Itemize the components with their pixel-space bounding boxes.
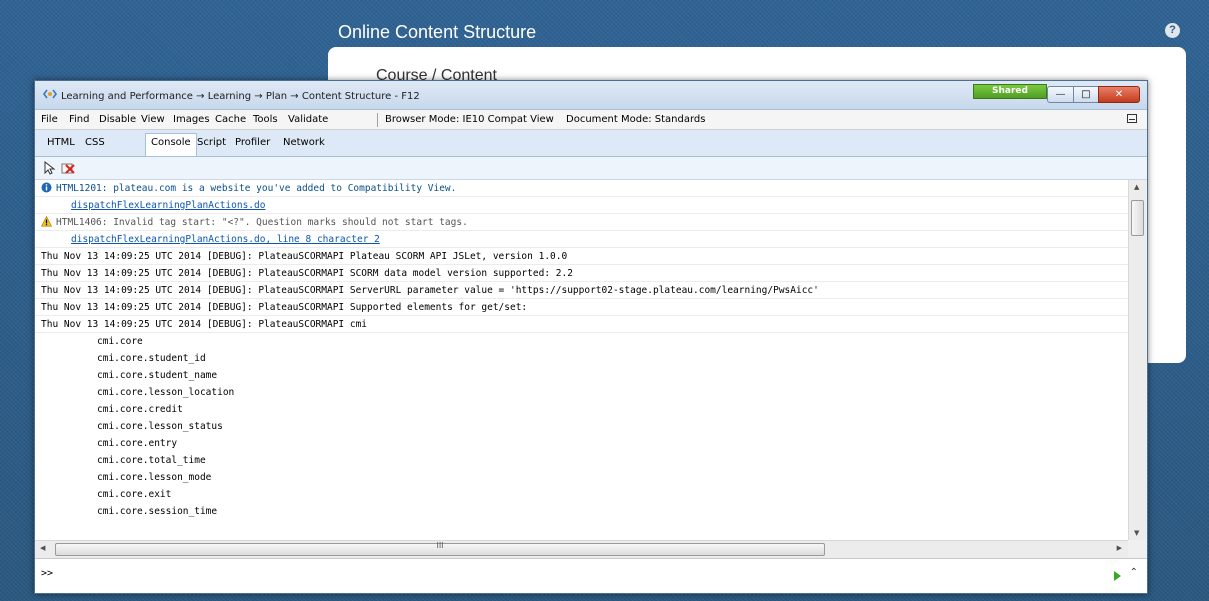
- menu-view[interactable]: View: [141, 114, 165, 125]
- cmi-element-line: cmi.core.exit: [97, 489, 172, 500]
- console-prompt: >>: [41, 568, 54, 579]
- horizontal-scroll-thumb[interactable]: III: [55, 541, 825, 556]
- vertical-scrollbar[interactable]: ▲ ▼: [1128, 180, 1146, 540]
- cmi-element-line: cmi.core.student_name: [97, 370, 218, 381]
- console-log-line: Thu Nov 13 14:09:25 UTC 2014 [DEBUG]: Pl…: [35, 248, 1128, 265]
- horizontal-scrollbar[interactable]: ◀ III ▶: [35, 540, 1128, 558]
- console-source-link-row: dispatchFlexLearningPlanActions.do: [35, 197, 1128, 214]
- tab-bar: HTML CSS Console Script Profiler Network: [35, 130, 1147, 157]
- warning-icon: [41, 216, 52, 227]
- source-link[interactable]: dispatchFlexLearningPlanActions.do, line…: [41, 234, 380, 245]
- developer-tools-window: Learning and Performance → Learning → Pl…: [34, 80, 1148, 594]
- unpin-window-icon[interactable]: [1127, 114, 1137, 123]
- menu-tools[interactable]: Tools: [253, 114, 278, 125]
- minimize-icon: —: [1055, 89, 1066, 100]
- close-icon: ✕: [1114, 89, 1124, 100]
- help-icon[interactable]: ?: [1165, 23, 1180, 38]
- maximize-icon: □: [1081, 89, 1091, 100]
- console-log-line: Thu Nov 13 14:09:25 UTC 2014 [DEBUG]: Pl…: [35, 265, 1128, 282]
- menu-file[interactable]: File: [41, 114, 58, 125]
- menu-validate[interactable]: Validate: [288, 114, 328, 125]
- clear-console-icon[interactable]: [61, 161, 75, 175]
- console-log-line: Thu Nov 13 14:09:25 UTC 2014 [DEBUG]: Pl…: [35, 282, 1128, 299]
- run-script-icon[interactable]: [1114, 571, 1121, 581]
- scroll-grip: III: [436, 541, 444, 550]
- select-element-icon[interactable]: [43, 161, 57, 175]
- menu-find[interactable]: Find: [69, 114, 90, 125]
- maximize-button[interactable]: □: [1073, 86, 1099, 103]
- shared-badge: Shared: [973, 84, 1047, 99]
- console-output: HTML1201: plateau.com is a website you'v…: [35, 180, 1128, 540]
- source-link[interactable]: dispatchFlexLearningPlanActions.do: [41, 200, 265, 211]
- menu-disable[interactable]: Disable: [99, 114, 136, 125]
- tab-script[interactable]: Script: [197, 137, 226, 148]
- tab-css[interactable]: CSS: [85, 137, 105, 148]
- browser-mode-menu[interactable]: Browser Mode: IE10 Compat View: [385, 114, 554, 125]
- devtools-logo-icon: [43, 89, 57, 99]
- warning-message-text: HTML1406: Invalid tag start: "<?". Quest…: [56, 217, 468, 228]
- minimize-button[interactable]: —: [1047, 86, 1074, 103]
- tab-console[interactable]: Console: [145, 133, 197, 156]
- console-log-line: Thu Nov 13 14:09:25 UTC 2014 [DEBUG]: Pl…: [35, 299, 1128, 316]
- tab-html[interactable]: HTML: [47, 137, 75, 148]
- menu-images[interactable]: Images: [173, 114, 210, 125]
- scroll-right-icon[interactable]: ▶: [1117, 544, 1122, 552]
- info-icon: [41, 182, 52, 193]
- window-title: Learning and Performance → Learning → Pl…: [61, 91, 420, 102]
- console-input-area[interactable]: >> ⌃: [35, 558, 1147, 593]
- cmi-element-line: cmi.core.session_time: [97, 506, 218, 517]
- console-source-link-row: dispatchFlexLearningPlanActions.do, line…: [35, 231, 1128, 248]
- cmi-element-line: cmi.core.entry: [97, 438, 178, 449]
- console-warning-message: HTML1406: Invalid tag start: "<?". Quest…: [35, 214, 1128, 231]
- console-toolbar: [35, 157, 1147, 180]
- document-mode-menu[interactable]: Document Mode: Standards: [566, 114, 705, 125]
- cmi-element-line: cmi.core: [97, 336, 143, 347]
- info-message-text: HTML1201: plateau.com is a website you'v…: [56, 183, 457, 194]
- menu-bar: File Find Disable View Images Cache Tool…: [35, 110, 1147, 130]
- scroll-down-icon[interactable]: ▼: [1134, 529, 1139, 537]
- cmi-element-line: cmi.core.lesson_location: [97, 387, 235, 398]
- cmi-element-line: cmi.core.lesson_status: [97, 421, 223, 432]
- close-button[interactable]: ✕: [1098, 86, 1140, 103]
- vertical-scroll-thumb[interactable]: [1131, 200, 1144, 236]
- menu-cache[interactable]: Cache: [215, 114, 246, 125]
- cmi-element-line: cmi.core.lesson_mode: [97, 472, 212, 483]
- expand-input-icon[interactable]: ⌃: [1130, 567, 1138, 578]
- tab-network[interactable]: Network: [283, 137, 325, 148]
- window-titlebar[interactable]: Learning and Performance → Learning → Pl…: [35, 81, 1147, 110]
- tab-profiler[interactable]: Profiler: [235, 137, 270, 148]
- cmi-element-line: cmi.core.total_time: [97, 455, 206, 466]
- menu-separator: [377, 113, 378, 127]
- cmi-element-line: cmi.core.credit: [97, 404, 183, 415]
- scroll-up-icon[interactable]: ▲: [1134, 183, 1139, 191]
- console-info-message: HTML1201: plateau.com is a website you'v…: [35, 180, 1128, 197]
- page-heading: Online Content Structure: [338, 22, 537, 42]
- cmi-element-line: cmi.core.student_id: [97, 353, 206, 364]
- console-log-line: Thu Nov 13 14:09:25 UTC 2014 [DEBUG]: Pl…: [35, 316, 1128, 333]
- scroll-left-icon[interactable]: ◀: [40, 544, 45, 552]
